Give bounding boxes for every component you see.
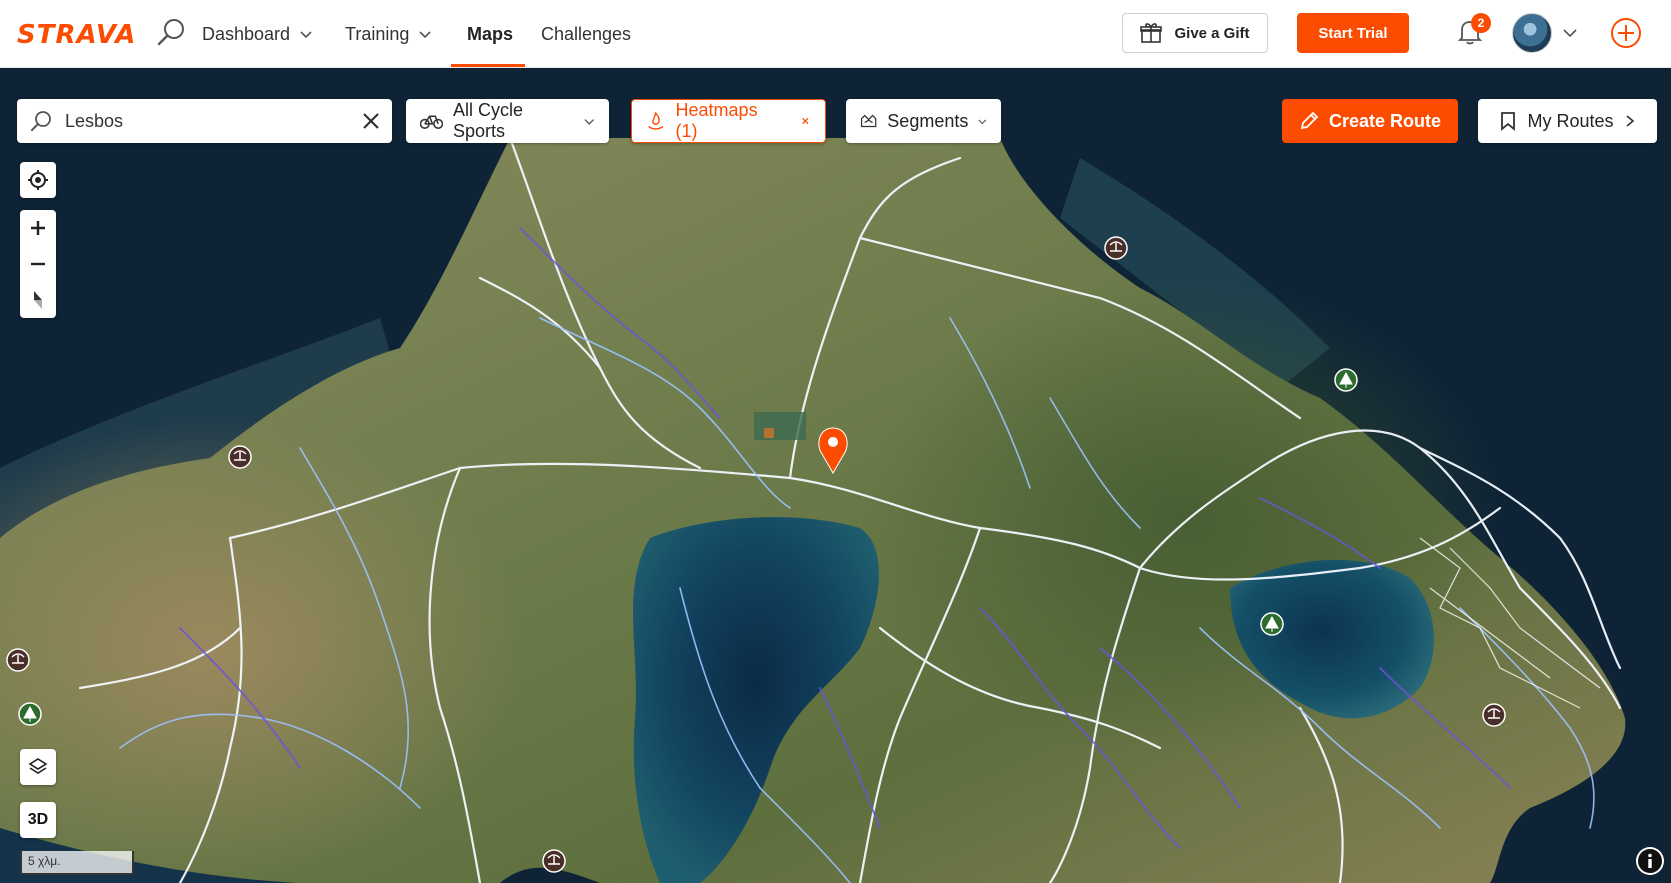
zoom-in-button[interactable] xyxy=(20,210,56,246)
sport-filter-label: All Cycle Sports xyxy=(452,100,523,141)
nav-training-label: Training xyxy=(345,23,410,44)
locate-control[interactable] xyxy=(20,162,56,198)
heatmaps-filter[interactable]: Heatmaps (1) xyxy=(631,99,826,143)
nav-challenges-label: Challenges xyxy=(541,23,632,44)
notification-badge: 2 xyxy=(1471,13,1491,33)
beach-marker[interactable] xyxy=(228,445,252,469)
my-routes-button[interactable]: My Routes xyxy=(1478,99,1657,143)
add-activity-icon[interactable] xyxy=(1610,17,1642,49)
clear-icon[interactable] xyxy=(360,110,382,132)
layers-control[interactable] xyxy=(20,749,56,785)
chevron-down-icon xyxy=(978,119,987,124)
info-icon xyxy=(1638,849,1662,873)
crosshair-icon xyxy=(28,170,48,190)
park-marker[interactable] xyxy=(18,702,42,726)
give-gift-button[interactable]: Give a Gift xyxy=(1122,13,1268,53)
layers-button[interactable] xyxy=(20,749,56,785)
beach-marker[interactable] xyxy=(1104,236,1128,260)
map-search-box[interactable] xyxy=(17,99,392,143)
pencil-icon xyxy=(1300,111,1319,130)
chevron-down-icon[interactable] xyxy=(1563,26,1577,40)
park-marker[interactable] xyxy=(1334,368,1358,392)
chevron-down-icon xyxy=(584,118,595,125)
create-route-label: Create Route xyxy=(1328,110,1442,131)
nav-challenges[interactable]: Challenges xyxy=(541,0,631,68)
town-area xyxy=(754,412,806,440)
heatmaps-label: Heatmaps (1) xyxy=(675,100,758,141)
compass-icon xyxy=(34,291,42,309)
active-tab-indicator xyxy=(451,64,525,67)
park-marker[interactable] xyxy=(1260,612,1284,636)
nav-dashboard[interactable]: Dashboard xyxy=(202,0,312,68)
bookmark-icon xyxy=(1501,112,1516,131)
minus-icon xyxy=(31,262,45,266)
satellite-map xyxy=(0,68,1671,883)
zoom-out-button[interactable] xyxy=(20,246,56,282)
nav-dashboard-label: Dashboard xyxy=(202,23,291,44)
compass-button[interactable] xyxy=(20,282,56,318)
zoom-control xyxy=(20,210,56,318)
bike-icon xyxy=(420,115,443,129)
info-button[interactable] xyxy=(1636,847,1664,875)
segment-icon xyxy=(860,114,877,128)
close-icon[interactable] xyxy=(800,115,811,127)
chevron-right-icon xyxy=(1626,115,1634,127)
segments-label: Segments xyxy=(887,110,969,131)
avatar[interactable] xyxy=(1512,13,1552,53)
chevron-down-icon xyxy=(300,31,312,39)
search-icon[interactable] xyxy=(155,16,187,48)
top-nav: STRAVA Dashboard Training Maps Challenge… xyxy=(0,0,1671,68)
give-gift-label: Give a Gift xyxy=(1174,24,1250,42)
map-scale: 5 χλμ. xyxy=(20,851,134,875)
map-canvas[interactable] xyxy=(0,68,1671,883)
create-route-button[interactable]: Create Route xyxy=(1282,99,1458,143)
start-trial-button[interactable]: Start Trial xyxy=(1297,13,1409,53)
layers-icon xyxy=(28,758,48,774)
locate-button[interactable] xyxy=(20,162,56,198)
beach-marker[interactable] xyxy=(6,648,30,672)
beach-marker[interactable] xyxy=(542,849,566,873)
beach-marker[interactable] xyxy=(1482,703,1506,727)
3d-toggle-button[interactable]: 3D xyxy=(20,802,56,838)
gift-icon xyxy=(1140,23,1163,43)
segments-dropdown[interactable]: Segments xyxy=(846,99,1001,143)
map-search-input[interactable] xyxy=(63,109,353,133)
nav-maps[interactable]: Maps xyxy=(467,0,513,68)
heatmap-icon xyxy=(648,111,664,130)
my-routes-label: My Routes xyxy=(1527,110,1614,131)
nav-training[interactable]: Training xyxy=(345,0,431,68)
strava-logo[interactable]: STRAVA xyxy=(17,20,136,50)
plus-icon xyxy=(31,221,45,235)
search-icon xyxy=(31,111,51,131)
sport-filter-dropdown[interactable]: All Cycle Sports xyxy=(406,99,609,143)
chevron-down-icon xyxy=(419,31,431,39)
nav-maps-label: Maps xyxy=(467,23,514,44)
